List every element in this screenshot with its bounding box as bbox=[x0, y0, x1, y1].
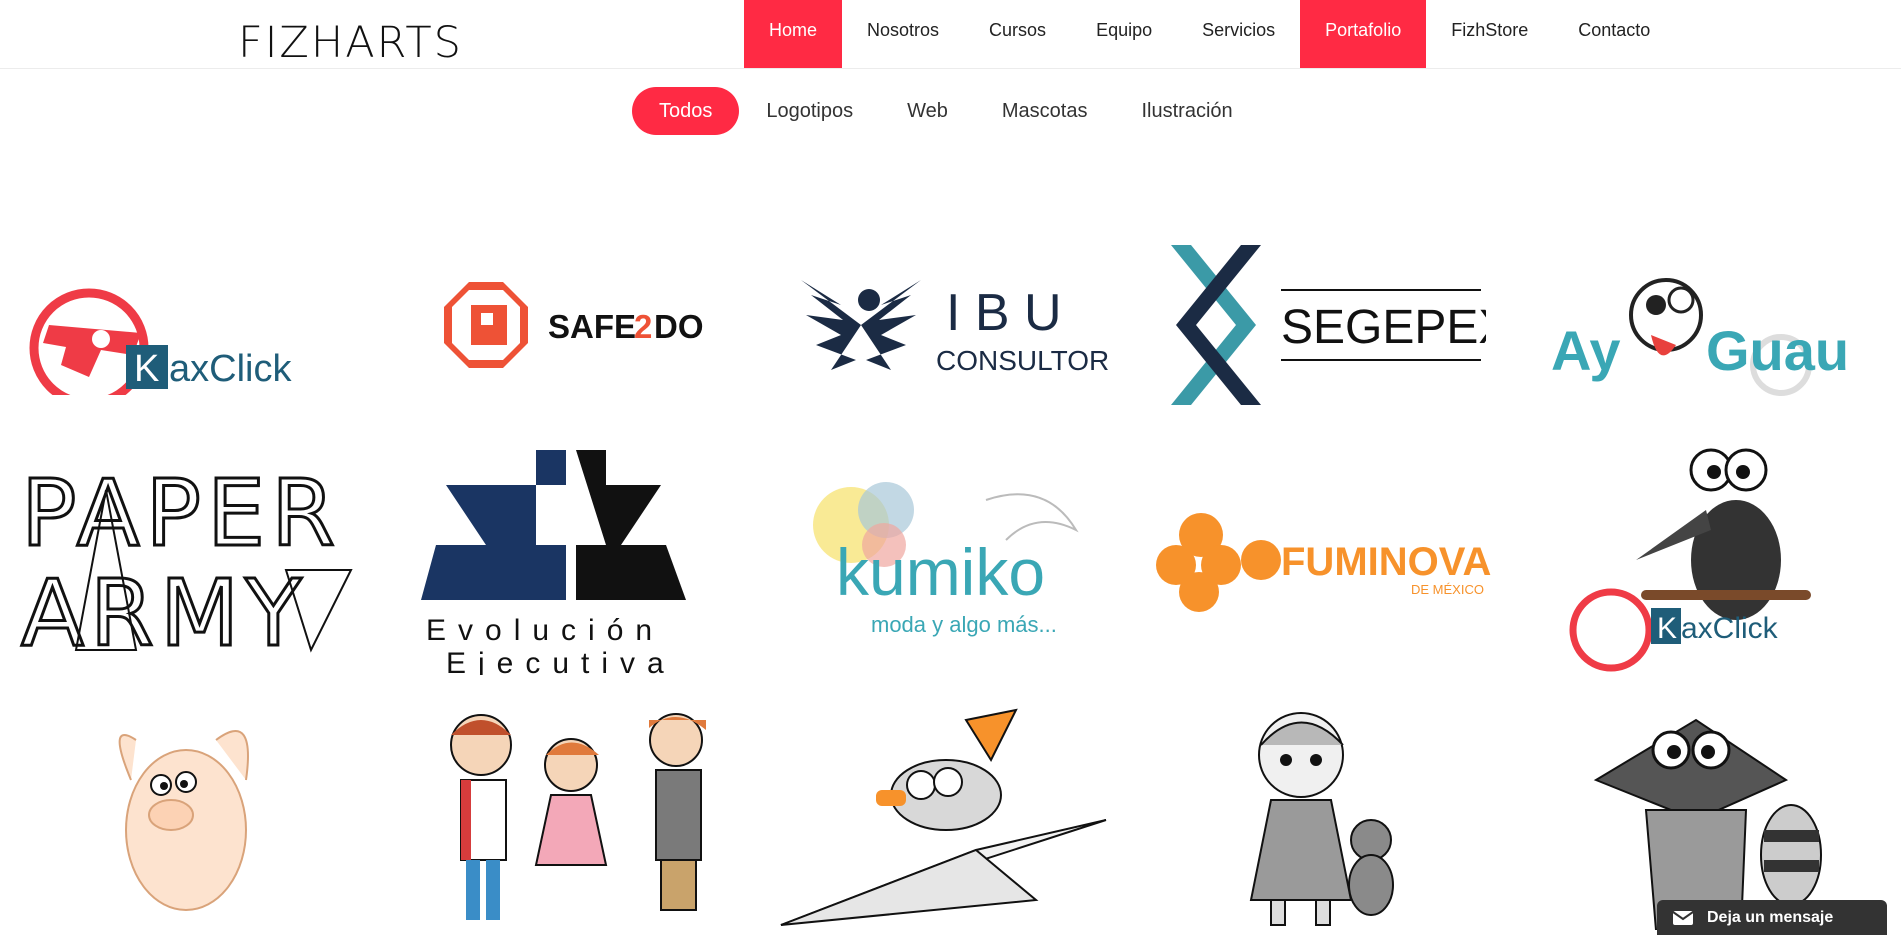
kumiko-logo: kumiko moda y algo más... bbox=[813, 482, 1079, 637]
raccoon-mascot-illustration bbox=[1593, 718, 1822, 930]
svg-text:SAFE: SAFE bbox=[548, 308, 636, 345]
filter-mascotas[interactable]: Mascotas bbox=[975, 87, 1115, 135]
portfolio-item-crow-mascot[interactable]: K axClick bbox=[1520, 435, 1892, 685]
nav-nosotros[interactable]: Nosotros bbox=[842, 0, 964, 68]
svg-text:moda y algo más...: moda y algo más... bbox=[871, 612, 1057, 637]
portfolio-item-safe2do[interactable]: SAFE 2 DO bbox=[390, 225, 762, 425]
filter-web[interactable]: Web bbox=[880, 87, 975, 135]
svg-text:Evolución: Evolución bbox=[426, 614, 664, 647]
brand-logo[interactable]: FIZHARTS bbox=[238, 18, 463, 68]
portfolio-filters: Todos Logotipos Web Mascotas Ilustración bbox=[632, 87, 1260, 135]
portfolio-item-evolucion[interactable]: Evolución Ejecutiva bbox=[390, 435, 762, 685]
kids-illustration bbox=[450, 713, 706, 920]
svg-text:Ejecutiva: Ejecutiva bbox=[446, 647, 676, 675]
nav-home[interactable]: Home bbox=[744, 0, 843, 68]
portfolio-item-girl-teddy[interactable] bbox=[1135, 695, 1507, 935]
svg-text:Ay: Ay bbox=[1551, 319, 1621, 382]
svg-text:DO: DO bbox=[654, 308, 704, 345]
svg-text:PAPER: PAPER bbox=[21, 460, 341, 567]
crow-mascot-illustration: K axClick bbox=[1569, 448, 1811, 672]
chat-widget-label: Deja un mensaje bbox=[1707, 908, 1834, 926]
ayguau-logo: Ay Guau bbox=[1551, 278, 1849, 396]
top-header: FIZHARTS Home Nosotros Cursos Equipo Ser… bbox=[0, 0, 1901, 69]
portfolio-item-paperarmy[interactable]: PAPER ARMY bbox=[0, 435, 372, 685]
portfolio-item-kumiko[interactable]: kumiko moda y algo más... bbox=[760, 435, 1132, 685]
nav-equipo[interactable]: Equipo bbox=[1071, 0, 1177, 68]
portfolio-item-kids-illustration[interactable] bbox=[390, 695, 762, 935]
girl-teddy-illustration bbox=[1249, 712, 1394, 926]
svg-text:K: K bbox=[1657, 612, 1677, 645]
svg-text:I B U: I B U bbox=[946, 284, 1062, 342]
chat-widget-button[interactable]: Deja un mensaje bbox=[1657, 900, 1887, 935]
portfolio-item-raccoon-mascot[interactable] bbox=[1520, 695, 1892, 935]
filter-logotipos[interactable]: Logotipos bbox=[739, 87, 880, 135]
svg-text:FUMINOVA: FUMINOVA bbox=[1281, 540, 1491, 584]
nav-contacto[interactable]: Contacto bbox=[1553, 0, 1675, 68]
svg-text:kumiko: kumiko bbox=[836, 535, 1045, 609]
segepex-logo: SEGEPEX bbox=[1171, 245, 1486, 405]
nav-fizhstore[interactable]: FizhStore bbox=[1426, 0, 1553, 68]
envelope-icon bbox=[1673, 910, 1693, 925]
portfolio-item-pig-mascot[interactable] bbox=[0, 695, 372, 935]
svg-text:axClick: axClick bbox=[169, 348, 292, 390]
nav-portafolio[interactable]: Portafolio bbox=[1300, 0, 1427, 68]
svg-text:K: K bbox=[134, 348, 159, 390]
kaxclick-logo: K axClick bbox=[29, 288, 292, 395]
svg-text:ARMY: ARMY bbox=[21, 560, 307, 660]
svg-text:axClick: axClick bbox=[1681, 612, 1779, 645]
svg-text:Guau: Guau bbox=[1706, 319, 1849, 382]
svg-text:SEGEPEX: SEGEPEX bbox=[1281, 301, 1486, 354]
svg-text:CONSULTORES: CONSULTORES bbox=[936, 345, 1111, 376]
portfolio-item-paper-plane-pilot[interactable] bbox=[760, 695, 1132, 935]
portfolio-item-segepex[interactable]: SEGEPEX bbox=[1135, 225, 1507, 425]
ibu-logo: I B U CONSULTORES bbox=[801, 280, 1111, 376]
svg-text:2: 2 bbox=[634, 308, 652, 345]
safe2do-logo: SAFE 2 DO bbox=[444, 282, 704, 368]
portfolio-item-fuminova[interactable]: FUMINOVA DE MÉXICO bbox=[1135, 435, 1507, 685]
portfolio-item-ibu[interactable]: I B U CONSULTORES bbox=[760, 225, 1132, 425]
main-nav: Home Nosotros Cursos Equipo Servicios Po… bbox=[744, 0, 1675, 68]
pig-mascot-illustration bbox=[118, 730, 249, 911]
paper-plane-pilot-illustration bbox=[780, 708, 1107, 926]
fuminova-logo: FUMINOVA DE MÉXICO bbox=[1156, 513, 1491, 612]
filter-todos[interactable]: Todos bbox=[632, 87, 740, 135]
paperarmy-logo: PAPER ARMY bbox=[20, 460, 353, 660]
portfolio-item-ayguau[interactable]: Ay Guau bbox=[1520, 225, 1892, 425]
svg-text:DE MÉXICO: DE MÉXICO bbox=[1411, 582, 1484, 597]
filter-ilustracion[interactable]: Ilustración bbox=[1114, 87, 1259, 135]
nav-servicios[interactable]: Servicios bbox=[1177, 0, 1300, 68]
nav-cursos[interactable]: Cursos bbox=[964, 0, 1071, 68]
evolucion-logo: Evolución Ejecutiva bbox=[421, 450, 686, 675]
portfolio-item-kaxclick[interactable]: K axClick bbox=[0, 225, 372, 425]
